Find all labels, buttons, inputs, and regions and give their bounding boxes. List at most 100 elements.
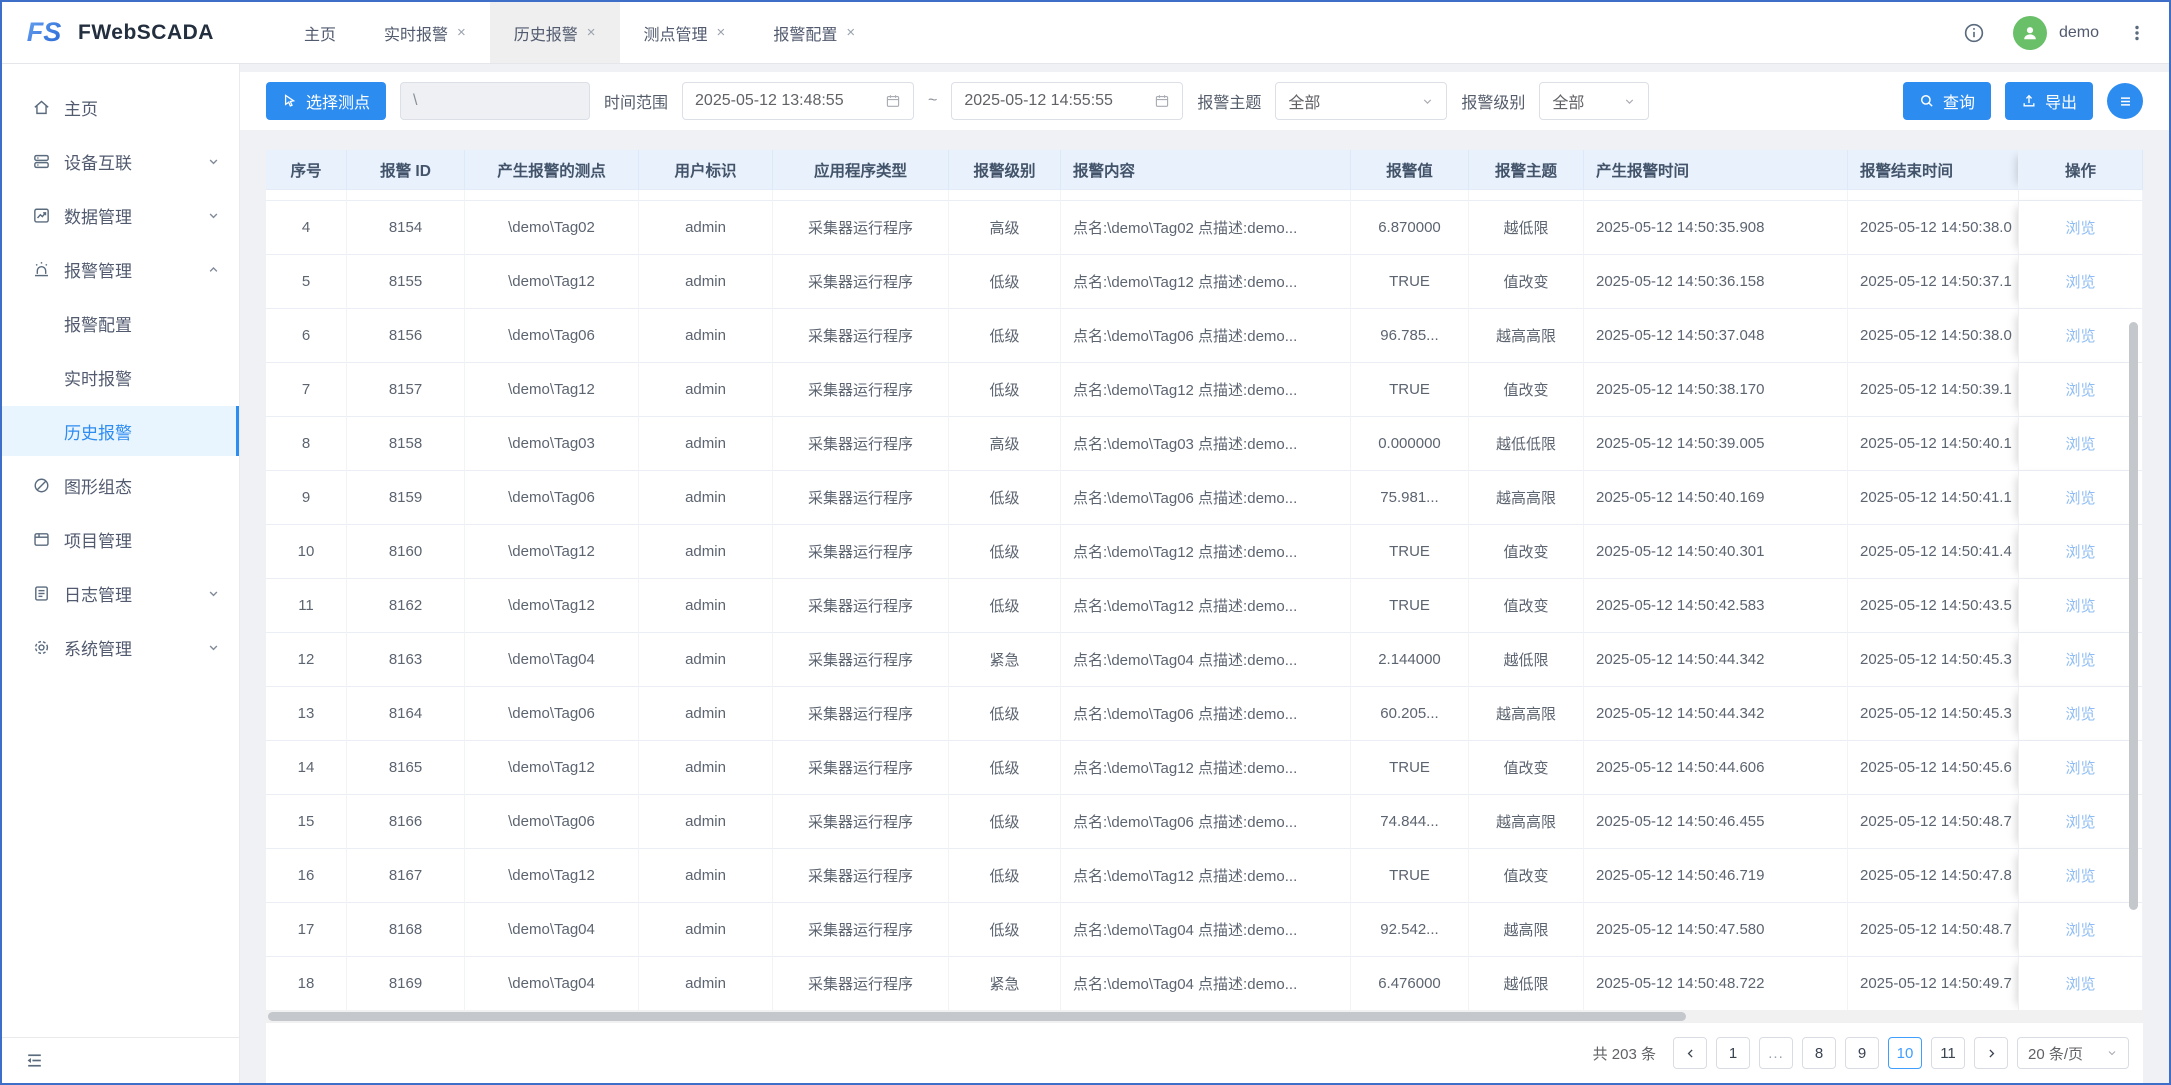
time-from-input[interactable]: 2025-05-12 13:48:55: [682, 82, 914, 120]
table-row: 4 8154 \demo\Tag02 admin 采集器运行程序 高级 点名:\…: [266, 201, 2143, 255]
browse-link[interactable]: 浏览: [2065, 220, 2095, 237]
tab-bar: 主页 实时报警× 历史报警× 测点管理× 报警配置×: [280, 2, 879, 63]
sidebar-item-system-manage[interactable]: 系统管理: [2, 622, 239, 672]
sidebar-item-graphic-config[interactable]: 图形组态: [2, 460, 239, 510]
sidebar-item-home[interactable]: 主页: [2, 82, 239, 132]
app-logo-icon: FS: [24, 13, 64, 53]
chevron-up-icon: [206, 262, 221, 277]
sidebar-item-log-manage[interactable]: 日志管理: [2, 568, 239, 618]
col-header-alarm-id: 报警 ID: [347, 150, 465, 190]
sidebar-item-device-link[interactable]: 设备互联: [2, 136, 239, 186]
page-number-button[interactable]: 8: [1802, 1037, 1836, 1069]
page-list: 1... 89 10 11: [1716, 1037, 1965, 1069]
close-icon[interactable]: ×: [587, 24, 596, 41]
level-cell: 低级: [949, 255, 1061, 309]
level-cell: 低级: [949, 525, 1061, 579]
table-row: 15 8166 \demo\Tag06 admin 采集器运行程序 低级 点名:…: [266, 795, 2143, 849]
system-manage-icon: [32, 638, 52, 657]
browse-link[interactable]: 浏览: [2065, 868, 2095, 885]
kebab-menu-icon[interactable]: [2127, 22, 2147, 44]
browse-link[interactable]: 浏览: [2065, 652, 2095, 669]
browse-link[interactable]: 浏览: [2065, 922, 2095, 939]
sidebar-menu: 主页 设备互联 数据管理 报警管理 报警配置 实时: [2, 64, 239, 1037]
selected-point-input[interactable]: \: [400, 82, 590, 120]
page-number-button[interactable]: 1: [1716, 1037, 1750, 1069]
sidebar-item-realtime-alarm[interactable]: 实时报警: [2, 352, 239, 402]
column-settings-button[interactable]: [2107, 83, 2143, 119]
browse-link[interactable]: 浏览: [2065, 436, 2095, 453]
page-number-button[interactable]: ...: [1759, 1037, 1793, 1069]
level-cell: 低级: [949, 363, 1061, 417]
page-size-select[interactable]: 20 条/页: [2017, 1037, 2129, 1069]
sidebar-item-alarm-config[interactable]: 报警配置: [2, 298, 239, 348]
info-icon[interactable]: [1963, 22, 1985, 44]
table-row: 18 8169 \demo\Tag04 admin 采集器运行程序 紧急 点名:…: [266, 957, 2143, 1010]
page-number-button[interactable]: 9: [1845, 1037, 1879, 1069]
close-icon[interactable]: ×: [717, 24, 726, 41]
time-to-input[interactable]: 2025-05-12 14:55:55: [951, 82, 1183, 120]
table-scroll-area[interactable]: 序号 报警 ID 产生报警的测点 用户标识 应用程序类型 报警级别 报警内容 报…: [266, 150, 2143, 1010]
col-header-app-type: 应用程序类型: [773, 150, 949, 190]
cursor-icon: [282, 93, 298, 109]
level-cell: 低级: [949, 741, 1061, 795]
menu-lines-icon: [2118, 94, 2133, 109]
user-avatar[interactable]: [2013, 16, 2047, 50]
browse-link[interactable]: 浏览: [2065, 382, 2095, 399]
vertical-scrollbar-thumb[interactable]: [2129, 322, 2138, 910]
chevron-down-icon: [206, 154, 221, 169]
table-row: 8 8158 \demo\Tag03 admin 采集器运行程序 高级 点名:\…: [266, 417, 2143, 471]
tab-home[interactable]: 主页: [280, 2, 360, 63]
sidebar-item-project-manage[interactable]: 项目管理: [2, 514, 239, 564]
tab-point-manage[interactable]: 测点管理×: [620, 2, 750, 63]
alarm-level-select[interactable]: 全部: [1539, 82, 1649, 120]
tab-alarm-config[interactable]: 报警配置×: [749, 2, 879, 63]
table-row: 16 8167 \demo\Tag12 admin 采集器运行程序 低级 点名:…: [266, 849, 2143, 903]
calendar-icon: [885, 93, 901, 109]
col-header-value: 报警值: [1351, 150, 1469, 190]
sidebar-item-alarm-manage[interactable]: 报警管理: [2, 244, 239, 294]
tab-history-alarm[interactable]: 历史报警×: [490, 2, 620, 63]
alarm-level-label: 报警级别: [1461, 89, 1525, 113]
sidebar-item-history-alarm[interactable]: 历史报警: [2, 406, 239, 456]
alarm-topic-select[interactable]: 全部: [1275, 82, 1447, 120]
browse-link[interactable]: 浏览: [2065, 598, 2095, 615]
browse-link[interactable]: 浏览: [2065, 328, 2095, 345]
page-number-button[interactable]: 10: [1888, 1037, 1922, 1069]
query-button[interactable]: 查询: [1903, 82, 1991, 120]
sidebar-footer: [2, 1037, 239, 1083]
prev-page-button[interactable]: [1673, 1037, 1707, 1069]
browse-link[interactable]: 浏览: [2065, 490, 2095, 507]
horizontal-scrollbar[interactable]: [266, 1010, 2143, 1023]
partial-row: [266, 190, 2143, 201]
export-button[interactable]: 导出: [2005, 82, 2093, 120]
horizontal-scrollbar-thumb[interactable]: [268, 1012, 1686, 1021]
browse-link[interactable]: 浏览: [2065, 706, 2095, 723]
calendar-icon: [1154, 93, 1170, 109]
browse-link[interactable]: 浏览: [2065, 976, 2095, 993]
browse-link[interactable]: 浏览: [2065, 760, 2095, 777]
table-header-row: 序号 报警 ID 产生报警的测点 用户标识 应用程序类型 报警级别 报警内容 报…: [266, 150, 2143, 190]
chevron-down-icon: [206, 640, 221, 655]
sidebar-item-data-manage[interactable]: 数据管理: [2, 190, 239, 240]
select-point-button[interactable]: 选择测点: [266, 82, 386, 120]
collapse-sidebar-icon[interactable]: [24, 1050, 45, 1071]
app-title: FWebSCADA: [78, 21, 214, 45]
chevron-down-icon: [206, 586, 221, 601]
table-body: 4 8154 \demo\Tag02 admin 采集器运行程序 高级 点名:\…: [266, 190, 2143, 1010]
browse-link[interactable]: 浏览: [2065, 544, 2095, 561]
table-row: 14 8165 \demo\Tag12 admin 采集器运行程序 低级 点名:…: [266, 741, 2143, 795]
browse-link[interactable]: 浏览: [2065, 274, 2095, 291]
table-row: 5 8155 \demo\Tag12 admin 采集器运行程序 低级 点名:\…: [266, 255, 2143, 309]
brand: FS FWebSCADA: [2, 2, 240, 63]
alarm-table-card: 序号 报警 ID 产生报警的测点 用户标识 应用程序类型 报警级别 报警内容 报…: [266, 150, 2143, 1083]
browse-link[interactable]: 浏览: [2065, 814, 2095, 831]
level-cell: 低级: [949, 579, 1061, 633]
close-icon[interactable]: ×: [457, 24, 466, 41]
page-number-button[interactable]: 11: [1931, 1037, 1965, 1069]
col-header-action: 操作: [2018, 150, 2143, 190]
next-page-button[interactable]: [1974, 1037, 2008, 1069]
chevron-down-icon: [2106, 1047, 2118, 1059]
topbar-right: demo: [1963, 2, 2169, 63]
close-icon[interactable]: ×: [846, 24, 855, 41]
tab-realtime-alarm[interactable]: 实时报警×: [360, 2, 490, 63]
